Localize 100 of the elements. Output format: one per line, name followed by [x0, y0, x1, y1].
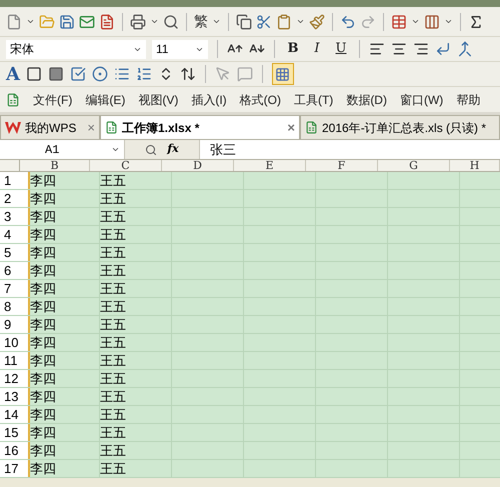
- tab-title: 我的WPS: [25, 120, 78, 136]
- table-cell: 李四: [30, 208, 100, 225]
- spreadsheet-icon: [6, 92, 20, 106]
- table-cell: 王五: [100, 442, 172, 459]
- row-header[interactable]: 15: [0, 424, 30, 441]
- table-cell: 李四: [30, 370, 100, 387]
- menu-item[interactable]: 数据(D): [346, 90, 387, 108]
- table-cell: 王五: [100, 298, 172, 315]
- formula-input[interactable]: 张三: [200, 140, 500, 160]
- paintbrush-icon[interactable]: [309, 14, 325, 30]
- table-cell: 王五: [100, 316, 172, 333]
- row-header[interactable]: 10: [0, 334, 30, 351]
- caret-icon[interactable]: [411, 17, 420, 26]
- column-header[interactable]: H: [450, 160, 500, 171]
- radio-control-icon[interactable]: [92, 66, 108, 82]
- menu-item[interactable]: 窗口(W): [400, 90, 444, 108]
- document-tab[interactable]: 我的WPS ×: [0, 115, 100, 139]
- caret-icon[interactable]: [111, 145, 120, 154]
- preview-icon[interactable]: [163, 14, 179, 30]
- table-cell: 李四: [30, 334, 100, 351]
- row-header[interactable]: 8: [0, 298, 30, 315]
- column-header[interactable]: B: [20, 160, 90, 171]
- save-icon[interactable]: [59, 14, 75, 30]
- caret-icon[interactable]: [444, 17, 453, 26]
- tab-title: 2016年-订单汇总表.xls (只读) *: [322, 120, 488, 136]
- wps-logo-icon: [5, 122, 21, 134]
- align-left-icon[interactable]: [369, 41, 385, 57]
- column-header[interactable]: G: [378, 160, 450, 171]
- menu-item[interactable]: 文件(F): [33, 90, 72, 108]
- wordart-button[interactable]: A: [6, 60, 20, 88]
- caret-icon[interactable]: [26, 17, 35, 26]
- grid-toggle-button[interactable]: [272, 63, 294, 85]
- mail-icon[interactable]: [79, 14, 95, 30]
- list-box-icon[interactable]: [114, 66, 130, 82]
- text-style-button[interactable]: B: [284, 39, 302, 59]
- table-cell: 王五: [100, 370, 172, 387]
- text-style-button[interactable]: U: [332, 39, 350, 59]
- row-header[interactable]: 6: [0, 262, 30, 279]
- table-cell: 王五: [100, 208, 172, 225]
- row-header[interactable]: 2: [0, 190, 30, 207]
- column-header[interactable]: F: [306, 160, 378, 171]
- traditional-chinese-button[interactable]: 繁: [194, 11, 208, 32]
- table-cell: 李四: [30, 406, 100, 423]
- spreadsheet-icon: [105, 121, 118, 134]
- table-cell: 王五: [100, 280, 172, 297]
- checkbox-control-icon[interactable]: [70, 66, 86, 82]
- row-header[interactable]: 16: [0, 442, 30, 459]
- table-icon[interactable]: [391, 14, 407, 30]
- row-header[interactable]: 12: [0, 370, 30, 387]
- caret-icon[interactable]: [212, 17, 221, 26]
- row-header[interactable]: 7: [0, 280, 30, 297]
- text-style-button[interactable]: I: [308, 39, 326, 59]
- spreadsheet-icon: [305, 121, 318, 134]
- table-cell: 王五: [100, 352, 172, 369]
- row-header[interactable]: 5: [0, 244, 30, 261]
- menu-item[interactable]: 视图(V): [138, 90, 178, 108]
- table-cell: 李四: [30, 388, 100, 405]
- align-center-icon[interactable]: [391, 41, 407, 57]
- table-cell: 李四: [30, 352, 100, 369]
- font-size-field[interactable]: 11: [152, 40, 208, 58]
- caret-icon[interactable]: [150, 17, 159, 26]
- copy-icon[interactable]: [236, 14, 252, 30]
- table-cell: 李四: [30, 442, 100, 459]
- row-header[interactable]: 17: [0, 460, 30, 477]
- table-cell: 李四: [30, 424, 100, 441]
- column-header[interactable]: D: [162, 160, 234, 171]
- menu-item[interactable]: 插入(I): [191, 90, 227, 108]
- table-cell: 王五: [100, 262, 172, 279]
- column-header[interactable]: E: [234, 160, 306, 171]
- row-header[interactable]: 14: [0, 406, 30, 423]
- table-cell: 王五: [100, 424, 172, 441]
- clipboard-icon[interactable]: [276, 14, 292, 30]
- menu-item[interactable]: 编辑(E): [85, 90, 126, 108]
- align-right-icon[interactable]: [413, 41, 429, 57]
- row-header[interactable]: 11: [0, 352, 30, 369]
- column-header[interactable]: C: [90, 160, 162, 171]
- document-tab[interactable]: 工作簿1.xlsx * ×: [100, 115, 300, 139]
- row-header[interactable]: 1: [0, 172, 30, 189]
- font-name-field[interactable]: 宋体: [6, 40, 146, 58]
- table-cell: 王五: [100, 460, 172, 477]
- document-tab[interactable]: 2016年-订单汇总表.xls (只读) *: [300, 115, 500, 139]
- table-cell: 王五: [100, 244, 172, 261]
- close-button[interactable]: ×: [287, 118, 295, 138]
- row-header[interactable]: 3: [0, 208, 30, 225]
- row-header[interactable]: 13: [0, 388, 30, 405]
- menu-item[interactable]: 帮助: [456, 90, 480, 108]
- scissors-icon[interactable]: [256, 14, 272, 30]
- undo-icon[interactable]: [340, 14, 356, 30]
- printer-icon[interactable]: [130, 14, 146, 30]
- search-icon[interactable]: [145, 144, 158, 156]
- caret-icon[interactable]: [296, 17, 305, 26]
- menu-item[interactable]: 工具(T): [294, 90, 334, 108]
- table-cell: 李四: [30, 298, 100, 315]
- function-button[interactable]: fx: [167, 141, 179, 158]
- row-header[interactable]: 9: [0, 316, 30, 333]
- wrap-text-icon[interactable]: [435, 41, 451, 57]
- columns-icon[interactable]: [424, 14, 440, 30]
- row-header[interactable]: 4: [0, 226, 30, 243]
- close-button[interactable]: ×: [87, 118, 95, 138]
- menu-item[interactable]: 格式(O): [240, 90, 281, 108]
